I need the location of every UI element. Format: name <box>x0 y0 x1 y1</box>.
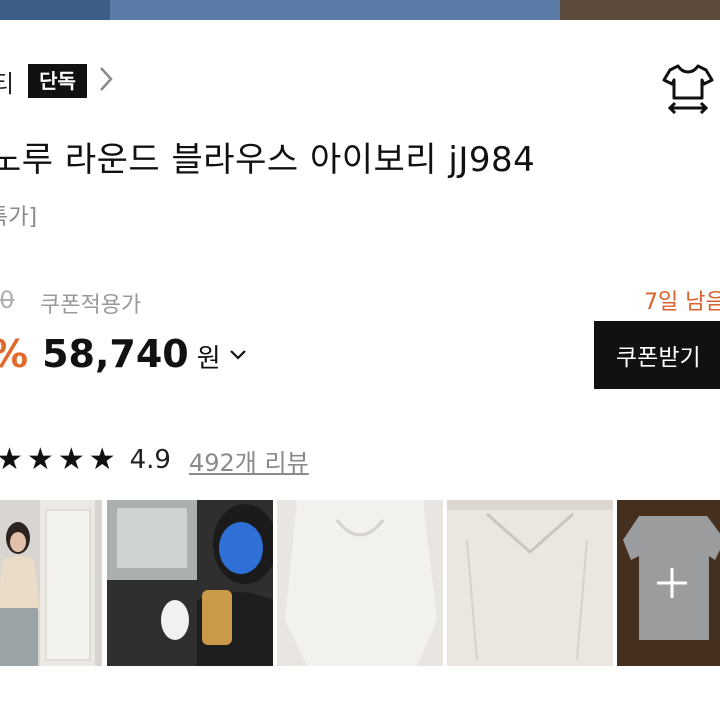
plus-icon[interactable] <box>617 500 720 666</box>
rating-row: ★ ★ ★ ★ 4.9 492개 리뷰 <box>0 442 309 478</box>
review-photo-1[interactable] <box>0 500 102 666</box>
review-photo-5[interactable] <box>617 500 720 666</box>
exclusive-badge: 단독 <box>28 64 87 98</box>
review-photo-3[interactable] <box>277 500 443 666</box>
tshirt-size-icon[interactable] <box>660 62 716 115</box>
brand-row[interactable]: 티 단독 <box>0 60 113 102</box>
product-title: 노루 라운드 블라우스 아이보리 jJ984 <box>0 140 536 180</box>
review-photo-4[interactable] <box>447 500 613 666</box>
get-coupon-button[interactable]: 쿠폰받기 <box>594 321 720 389</box>
review-photo-2[interactable] <box>107 500 273 666</box>
currency-label: 원 <box>196 344 221 374</box>
days-left-label: 7일 남음 <box>644 290 720 315</box>
chevron-down-icon[interactable] <box>229 349 247 361</box>
review-count-link[interactable]: 492개 리뷰 <box>189 443 309 478</box>
price-row[interactable]: % 58,740 원 <box>0 332 247 378</box>
star-icon: ★ <box>88 442 116 477</box>
discount-rate: % <box>0 332 28 376</box>
product-subtag: 특가] <box>0 205 38 230</box>
rating-value: 4.9 <box>129 445 171 475</box>
brand-name[interactable]: 티 <box>0 64 14 99</box>
star-icon: ★ <box>26 442 54 477</box>
hero-image <box>0 0 720 20</box>
sale-price: 58,740 <box>42 332 189 376</box>
original-price: 00 <box>0 286 15 314</box>
review-photo-strip <box>0 500 720 666</box>
coupon-price-label: 쿠폰적용가 <box>40 293 142 318</box>
star-icon: ★ <box>57 442 85 477</box>
star-icon: ★ <box>0 442 23 477</box>
chevron-right-icon[interactable] <box>99 66 113 97</box>
